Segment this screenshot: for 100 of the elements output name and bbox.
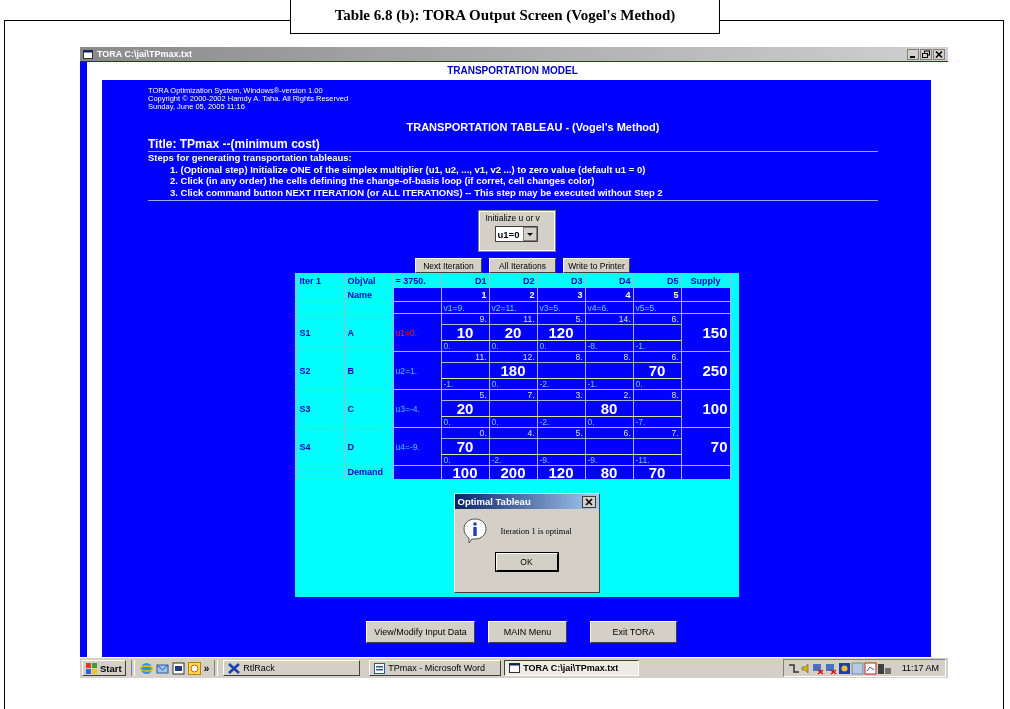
problem-title: Title: TPmax --(minimum cost) [148, 137, 878, 152]
table-cell: u3=-4. [393, 389, 441, 428]
table-cell: 4. [489, 427, 537, 439]
table-cell: -2. [537, 378, 585, 390]
table-cell: 0. [441, 454, 489, 466]
table-cell: 5. [537, 313, 585, 325]
more-chevron[interactable]: » [203, 662, 210, 674]
table-cell: B [345, 351, 393, 390]
taskbar-button[interactable]: TPmax - Microsoft Word [369, 660, 502, 676]
table-cell: 5. [537, 427, 585, 439]
table-cell: u4=-9. [393, 427, 441, 466]
initialize-dropdown[interactable]: u1=0 [494, 226, 539, 243]
desktop-icon[interactable] [171, 661, 185, 675]
table-cell: 2. [585, 389, 633, 401]
table-cell: -2. [489, 454, 537, 466]
action-button[interactable]: Write to Printer [563, 258, 630, 274]
action-button[interactable]: Next Iteration [415, 258, 482, 274]
clock: 11:17 AM [901, 663, 939, 673]
tray-icons-drawing[interactable] [787, 661, 892, 675]
table-cell: 70 [681, 427, 730, 466]
close-icon[interactable] [933, 48, 945, 60]
table-cell: 12. [489, 351, 537, 363]
caret-icon[interactable] [523, 227, 538, 242]
table-cell: 0. [441, 340, 489, 352]
close-icon[interactable] [581, 495, 596, 508]
table-cell: -11. [633, 454, 681, 466]
tableau-title: TRANSPORTATION TABLEAU - (Vogel's Method) [406, 120, 660, 133]
table-cell: 6. [585, 427, 633, 439]
table-cell: 0. [633, 378, 681, 390]
ok-button[interactable]: OK [495, 553, 558, 572]
table-cell: -1. [585, 378, 633, 390]
model-header: TRANSPORTATION MODEL [447, 65, 578, 77]
cross-icon [228, 662, 241, 674]
table-cell: ObjVal [345, 273, 393, 288]
start-button[interactable]: Start [82, 660, 126, 676]
menu-button[interactable]: Exit TORA [590, 621, 677, 644]
window-title: TORA C:\jai\TPmax.txt [97, 49, 193, 59]
table-cell: -7. [633, 416, 681, 428]
table-cell: 80 [600, 399, 618, 417]
table-cell: 150 [681, 313, 730, 352]
table-cell: 0. [537, 340, 585, 352]
table-cell: S1 [297, 313, 345, 352]
table-cell: 10 [456, 323, 474, 341]
table-cell: 0. [585, 416, 633, 428]
table-cell: 11. [441, 351, 489, 363]
table-cell: 6. [633, 313, 681, 325]
table-cell: S4 [297, 427, 345, 466]
step-text: 2. Click (in any order) the cells defining the change-of-basis loop (if corret, cell changes color) [169, 175, 596, 187]
table-cell: 7. [633, 427, 681, 439]
step-text: 1. (Optional step) Initialize ONE of the simplex multiplier (u1, u2, ..., v1, v2 ...) to zero value (default u1 = 0) [169, 163, 647, 176]
table-cell: 9. [441, 313, 489, 325]
table-cell: S3 [297, 389, 345, 428]
table-cell: 70 [648, 361, 666, 379]
table-cell: 20 [504, 323, 522, 341]
taskbar-button[interactable]: TORA C:\jai\TPmax.txt [504, 660, 640, 676]
dialog-title: Optimal Tableau [457, 496, 531, 508]
table-cell: Iter 1 [297, 273, 345, 288]
info-icon [462, 518, 487, 545]
table-cell: S2 [297, 351, 345, 390]
table-cell: D5 [633, 273, 681, 288]
group-label: Initialize u or v [485, 213, 540, 224]
window-icon [83, 49, 93, 59]
table-cell: D3 [537, 273, 585, 288]
table-cell: 0. [441, 416, 489, 428]
taskbar-button[interactable]: RtlRack [223, 660, 361, 676]
table-cell: 3. [537, 389, 585, 401]
table-cell: 0. [489, 416, 537, 428]
restore-icon[interactable] [920, 48, 932, 60]
table-cell: -8. [585, 340, 633, 352]
table-cell: 0. [489, 378, 537, 390]
menu-button[interactable]: MAIN Menu [488, 621, 567, 644]
steps-heading: Steps for generating transportation tableaus: [148, 151, 353, 164]
table-cell: = 3750. [393, 273, 441, 288]
table-cell: u1=0. [393, 313, 441, 352]
table-cell: 0. [441, 427, 489, 439]
table-cell: D1 [441, 273, 489, 288]
table-cell: -1. [633, 340, 681, 352]
document-icon [374, 662, 386, 674]
table-cell: Supply [681, 273, 730, 288]
table-cell: 8. [585, 351, 633, 363]
table-cell: -9. [537, 454, 585, 466]
table-cell: 11. [489, 313, 537, 325]
table-cell: 7. [489, 389, 537, 401]
window-icon [509, 663, 521, 673]
table-cell: 0. [489, 340, 537, 352]
menu-button[interactable]: View/Modify Input Data [366, 621, 475, 644]
table-cell: 6. [633, 351, 681, 363]
figure-caption: Table 6.8 (b): TORA Output Screen (Vogel's Method) [290, 0, 720, 34]
table-cell: 120 [548, 323, 574, 341]
table-cell: A [345, 313, 393, 352]
windows-flag-icon [86, 662, 98, 674]
minimize-icon[interactable] [907, 48, 919, 60]
table-cell: -9. [585, 454, 633, 466]
table-cell: C [345, 389, 393, 428]
action-button[interactable]: All Iterations [489, 258, 556, 274]
step-text: 3. Click command button NEXT ITERATION (or ALL ITERATIONS) -- This step may be executed without Step 2 [169, 186, 664, 199]
table-cell: 8. [537, 351, 585, 363]
table-cell: 5. [441, 389, 489, 401]
table-cell: 70 [456, 437, 474, 455]
table-cell: -2. [537, 416, 585, 428]
